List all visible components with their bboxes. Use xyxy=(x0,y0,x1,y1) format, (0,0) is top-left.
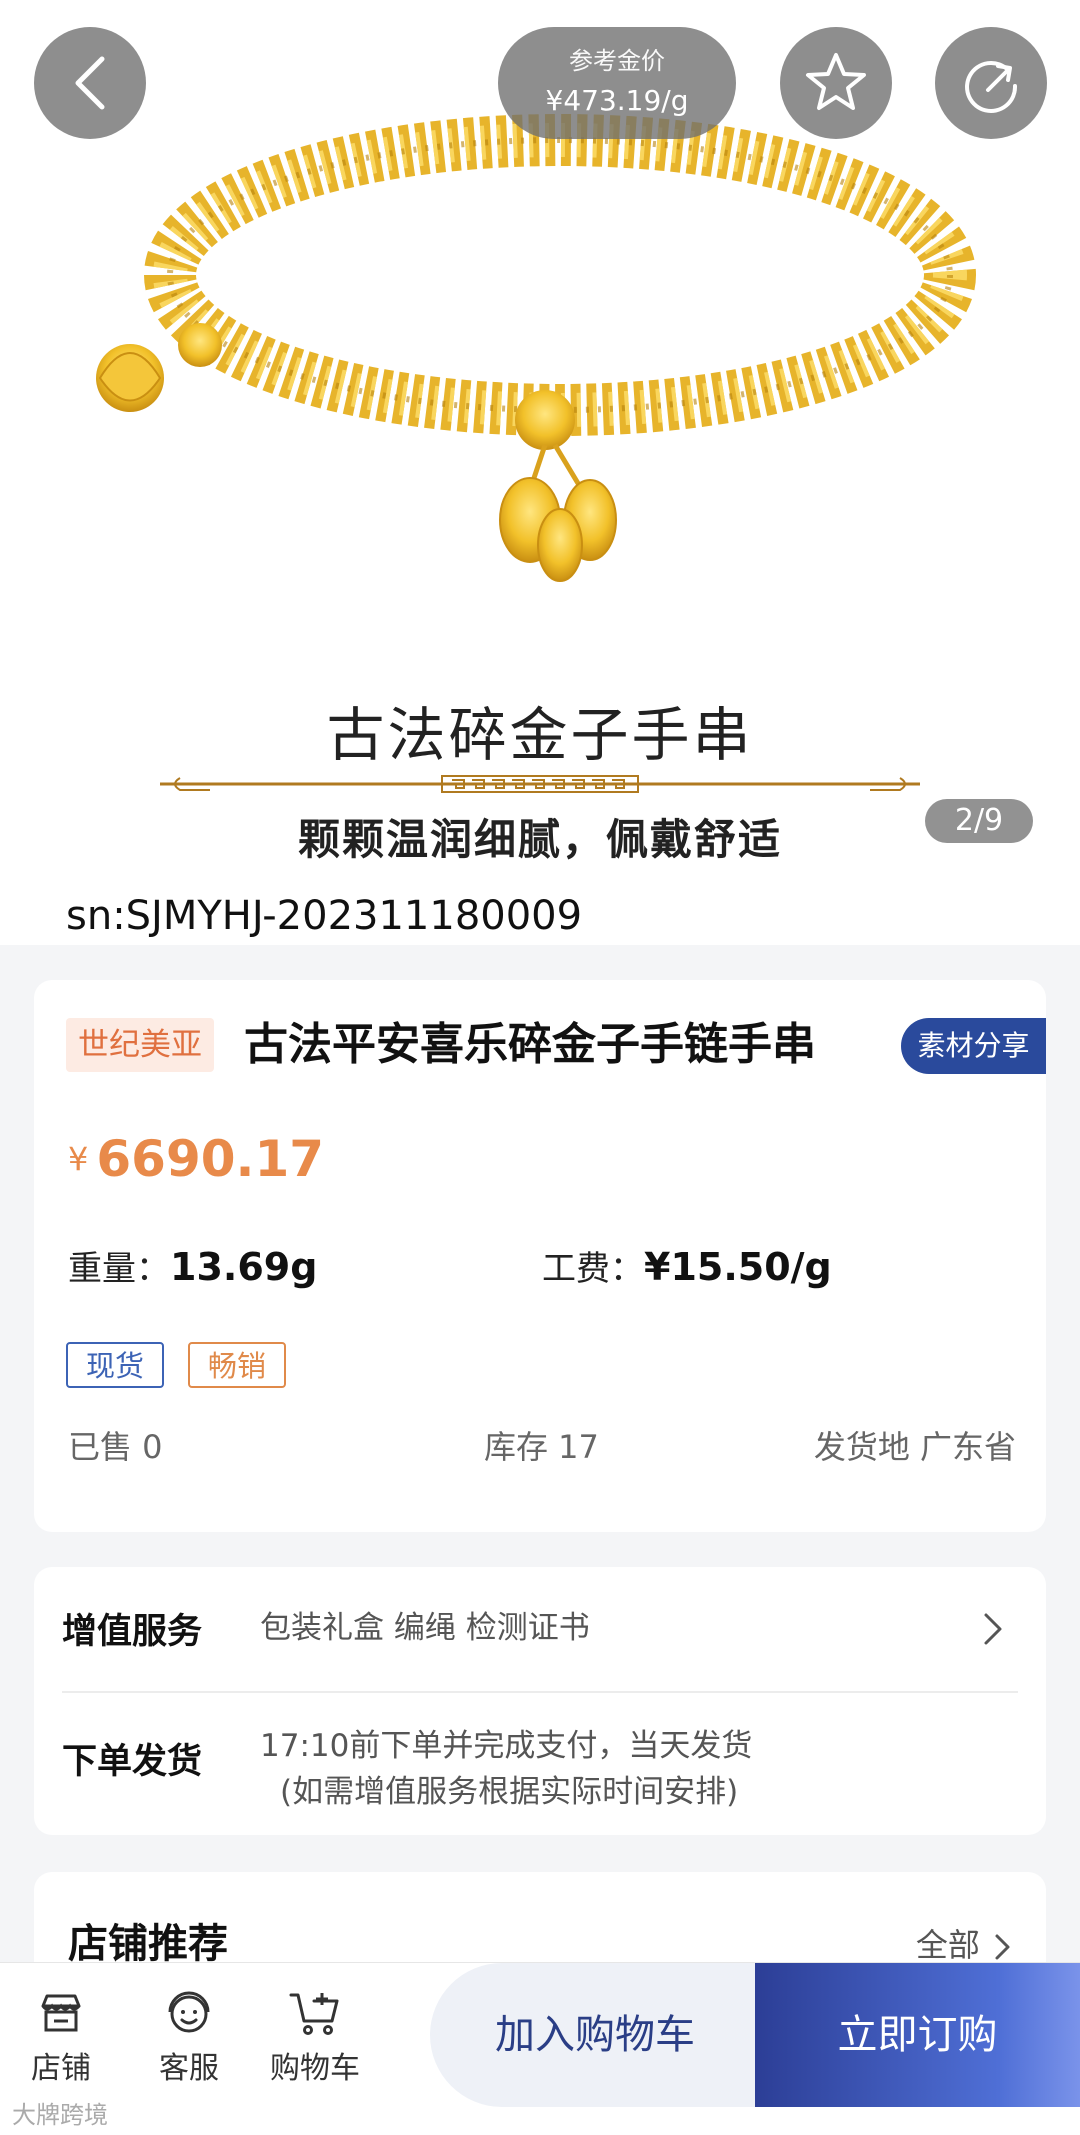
labor-fee-spec: 工费：¥15.50/g xyxy=(542,1242,832,1294)
material-share-button[interactable]: 素材分享 xyxy=(901,1018,1046,1074)
view-all-label: 全部 xyxy=(915,1926,980,1964)
value-added-text: 包装礼盒 编绳 检测证书 xyxy=(260,1610,590,1646)
chevron-left-icon xyxy=(75,56,105,110)
tab-store-label: 店铺 xyxy=(31,2051,91,2086)
weight-label: 重量： xyxy=(68,1249,170,1289)
product-sn: sn:SJMYHJ-202311180009 xyxy=(66,893,583,939)
weight-value: 13.69g xyxy=(170,1245,318,1289)
fee-label: 工费： xyxy=(542,1249,644,1289)
store-icon xyxy=(41,1994,81,2032)
ship-from: 发货地 广东省 xyxy=(813,1428,1016,1466)
order-shipping-text: 17:10前下单并完成支付，当天发货 (如需增值服务根据实际时间安排) xyxy=(260,1723,752,1815)
weight-spec: 重量：13.69g xyxy=(68,1242,317,1294)
product-title: 古法平安喜乐碎金子手链手串 xyxy=(244,1019,816,1070)
tab-cart[interactable]: 购物车 xyxy=(260,1985,370,2089)
ref-price-label: 参考金价 xyxy=(569,47,665,75)
gallery-page-indicator: 2/9 xyxy=(925,799,1033,843)
ornament-divider xyxy=(160,775,920,793)
sold-count: 已售 0 xyxy=(68,1428,163,1466)
cart-icon xyxy=(289,1993,339,2035)
price-amount: 6690.17 xyxy=(96,1130,325,1188)
fee-value: ¥15.50/g xyxy=(644,1245,832,1289)
reference-gold-price: 参考金价 ¥473.19/g xyxy=(498,27,736,139)
ref-price-value: ¥473.19/g xyxy=(545,84,689,117)
tab-service-label: 客服 xyxy=(159,2051,219,2086)
banner-subtitle: 颗颗温润细腻，佩戴舒适 xyxy=(297,815,782,864)
in-stock-badge: 现货 xyxy=(66,1342,165,1388)
service-card: 增值服务 包装礼盒 编绳 检测证书 下单发货 17:10前下单并完成支付，当天发… xyxy=(34,1567,1046,1835)
bestseller-badge: 畅销 xyxy=(188,1342,287,1388)
product-gallery[interactable]: 参考金价 ¥473.19/g 古法碎金子手串 颗颗温润细腻，佩戴舒适 2/9 s… xyxy=(0,0,1080,945)
value-added-service-row[interactable]: 增值服务 包装礼盒 编绳 检测证书 xyxy=(62,1567,1018,1693)
share-button[interactable] xyxy=(935,27,1047,139)
back-button[interactable] xyxy=(34,27,146,139)
customer-service-icon xyxy=(168,1991,210,2033)
order-shipping-line1: 17:10前下单并完成支付，当天发货 xyxy=(260,1728,753,1764)
bottom-action-bar: 店铺 客服 购物车 加入购物车 立即订购 xyxy=(0,1962,1080,2135)
add-to-cart-button[interactable]: 加入购物车 xyxy=(430,1963,760,2107)
favorite-button[interactable] xyxy=(780,27,892,139)
order-shipping-label: 下单发货 xyxy=(62,1742,203,1782)
price: ¥6690.17 xyxy=(68,1130,324,1188)
chevron-right-icon xyxy=(995,1934,1010,1960)
order-shipping-row: 下单发货 17:10前下单并完成支付，当天发货 (如需增值服务根据实际时间安排) xyxy=(62,1693,1018,1835)
order-shipping-line2: (如需增值服务根据实际时间安排) xyxy=(280,1774,739,1810)
watermark: 大牌跨境 xyxy=(12,2101,108,2129)
share-icon xyxy=(965,60,1018,113)
stock-count: 库存 17 xyxy=(484,1428,599,1466)
tab-cart-label: 购物车 xyxy=(270,2051,360,2086)
brand-tag[interactable]: 世纪美亚 xyxy=(66,1018,214,1072)
chevron-right-icon xyxy=(984,1613,1002,1645)
tab-customer-service[interactable]: 客服 xyxy=(134,1985,244,2089)
tab-store[interactable]: 店铺 xyxy=(6,1985,116,2089)
product-info-card: 世纪美亚 古法平安喜乐碎金子手链手串 素材分享 ¥6690.17 重量：13.6… xyxy=(34,980,1046,1532)
value-added-label: 增值服务 xyxy=(62,1612,203,1652)
buy-now-button[interactable]: 立即订购 xyxy=(755,1963,1080,2107)
banner-title: 古法碎金子手串 xyxy=(326,701,754,769)
price-currency: ¥ xyxy=(68,1140,89,1178)
star-icon xyxy=(806,53,866,110)
